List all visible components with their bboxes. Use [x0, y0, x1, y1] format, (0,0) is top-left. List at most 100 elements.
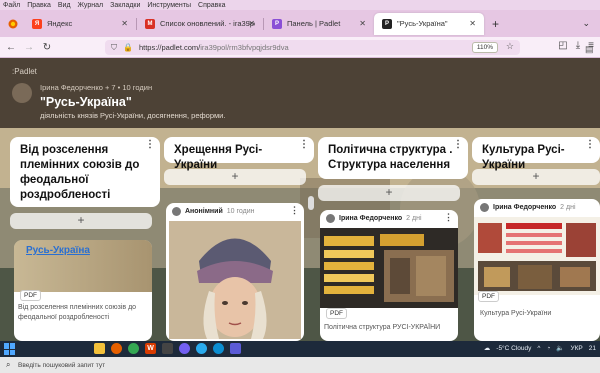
card-author: Ірина Федорченко	[339, 214, 403, 222]
avatar[interactable]	[12, 83, 32, 103]
column-header[interactable]: Від розселення племінних союзів до феода…	[10, 137, 160, 207]
page-title: "Русь-Україна"	[40, 95, 132, 109]
taskbar: W ☁ -5°C Cloudy ^ ◔ 🔈 УКР 21	[0, 341, 600, 357]
lock-icon[interactable]: 🔒	[123, 43, 133, 52]
search-icon: ⌕	[6, 360, 11, 369]
pdf-badge: PDF	[326, 308, 347, 319]
padlet-icon: P	[382, 18, 392, 29]
card-header: Анонімний 10 годин ⋮	[166, 203, 304, 219]
menu-tools[interactable]: Инструменты	[147, 2, 191, 9]
viber-icon[interactable]	[179, 343, 190, 354]
more-options-icon[interactable]: ⋮	[145, 140, 155, 150]
pocket-icon[interactable]: ◰	[558, 40, 567, 51]
card-time: 2 дні	[406, 214, 422, 222]
menu-view[interactable]: Вид	[58, 2, 71, 9]
post-card[interactable]: Ірина Федорченко 2 дні PDF Культура Русі…	[474, 199, 600, 341]
volume-icon[interactable]: 🔈	[556, 344, 564, 352]
menu-help[interactable]: Справка	[198, 2, 225, 9]
tab-label: "Русь-Україна"	[397, 19, 448, 28]
menu-bar: Файл Правка Вид Журнал Закладки Инструме…	[0, 0, 600, 10]
bookmark-star-icon[interactable]: ☆	[506, 41, 514, 52]
weather-text[interactable]: -5°C Cloudy	[496, 345, 531, 352]
portrait-image	[169, 221, 301, 339]
column-1: Від розселення племінних союзів до феода…	[10, 137, 160, 229]
close-icon[interactable]: ✕	[248, 19, 255, 28]
telegram-icon[interactable]	[196, 343, 207, 354]
forward-arrow-icon[interactable]: →	[22, 40, 36, 54]
card-caption: Політична структура РУСІ-УКРАЇНИ	[324, 324, 441, 331]
tab-label: Список оновлений. - ira39pol	[160, 19, 255, 28]
windows-start-icon[interactable]	[4, 343, 16, 355]
more-options-icon[interactable]: ⋮	[585, 140, 595, 150]
clock[interactable]: 21	[589, 345, 596, 352]
pdf-badge: PDF	[478, 291, 499, 302]
menu-hamburger-icon[interactable]: ≡	[588, 40, 594, 51]
photos-icon[interactable]	[162, 343, 173, 354]
column-header[interactable]: Культура Русі-України ⋮	[472, 137, 600, 171]
card-header: Ірина Федорченко 2 дні ⋮	[320, 210, 458, 226]
tab-padlet-panel[interactable]: P Панель | Padlet ✕	[264, 13, 374, 35]
network-icon[interactable]: ◔	[546, 345, 550, 352]
column-header[interactable]: Політична структура . Структура населенн…	[318, 137, 468, 179]
card-caption: Культура Русі-України	[480, 310, 552, 317]
close-icon[interactable]: ✕	[359, 19, 366, 28]
url-text[interactable]: https://padlet.com/ira39pol/rm3bfvpqjdsr…	[139, 43, 289, 52]
back-arrow-icon[interactable]: ←	[4, 40, 18, 54]
close-icon[interactable]: ✕	[121, 19, 128, 28]
pdf-thumbnail	[320, 228, 458, 308]
padlet-icon: P	[272, 18, 282, 29]
padlet-logo[interactable]: :Padlet	[12, 67, 37, 76]
card-time: 10 годин	[226, 207, 255, 215]
avatar	[480, 202, 489, 212]
scroll-handle[interactable]	[308, 196, 314, 210]
search-bar[interactable]: ⌕ Введіть пошуковий запит тут	[0, 357, 600, 373]
firefox-icon[interactable]	[111, 343, 122, 354]
file-explorer-icon[interactable]	[94, 343, 105, 354]
tab-rus-ukraina[interactable]: P "Русь-Україна" ✕	[374, 12, 484, 35]
reload-icon[interactable]: ↻	[40, 40, 54, 54]
firefox-view-icon[interactable]	[2, 13, 24, 35]
more-options-icon[interactable]: ⋮	[290, 205, 299, 216]
taskbar-apps: W	[94, 343, 241, 354]
menu-edit[interactable]: Правка	[27, 2, 51, 9]
column-3: Політична структура . Структура населенн…	[318, 137, 468, 201]
column-title: Хрещення Русі-України	[174, 144, 263, 171]
language-indicator[interactable]: УКР	[571, 345, 583, 352]
column-4: Культура Русі-України ⋮ +	[472, 137, 600, 185]
new-tab-plus-icon[interactable]: +	[492, 17, 499, 31]
chrome-icon[interactable]	[128, 343, 139, 354]
post-card[interactable]: Анонімний 10 годин ⋮	[166, 203, 304, 341]
padlet-board: :Padlet Ірина Федорченко + 7 • 10 годин …	[0, 58, 600, 341]
chevron-up-icon[interactable]: ^	[537, 345, 540, 352]
chevron-down-icon[interactable]: ⌄	[582, 18, 590, 29]
add-post-button[interactable]: +	[318, 185, 460, 201]
column-2: Хрещення Русі-України ⋮ +	[164, 137, 314, 185]
post-card[interactable]: Ірина Федорченко 2 дні ⋮ PDF Політична с…	[320, 210, 458, 341]
avatar	[326, 213, 335, 223]
edge-icon[interactable]	[213, 343, 224, 354]
more-options-icon[interactable]: ⋮	[453, 140, 463, 150]
menu-history[interactable]: Журнал	[78, 2, 104, 9]
card-header: Ірина Федорченко 2 дні	[474, 199, 600, 215]
menu-bookmarks[interactable]: Закладки	[110, 2, 140, 9]
column-header[interactable]: Хрещення Русі-України ⋮	[164, 137, 314, 171]
column-title: Від розселення племінних союзів до феода…	[20, 144, 140, 201]
more-options-icon[interactable]: ⋮	[444, 212, 453, 223]
menu-file[interactable]: Файл	[3, 2, 20, 9]
card-author: Анонімний	[185, 207, 223, 215]
download-icon[interactable]: ⤓	[576, 40, 580, 51]
add-post-button[interactable]: +	[10, 213, 152, 229]
search-placeholder: Введіть пошуковий запит тут	[18, 361, 106, 369]
url-bar[interactable]: ⛉ 🔒 https://padlet.com/ira39pol/rm3bfvpq…	[105, 40, 594, 55]
office-icon[interactable]: W	[145, 343, 156, 354]
system-tray: ☁ -5°C Cloudy ^ ◔ 🔈 УКР 21	[484, 344, 596, 353]
close-icon[interactable]: ✕	[469, 19, 476, 28]
weather-icon[interactable]: ☁	[484, 344, 491, 352]
tab-gmail[interactable]: M Список оновлений. - ira39pol ✕	[137, 13, 263, 35]
post-card[interactable]: Русь-Україна PDF Від розселення племінни…	[14, 240, 152, 341]
more-options-icon[interactable]: ⋮	[299, 140, 309, 150]
shield-icon[interactable]: ⛉	[111, 43, 117, 53]
tab-yandex[interactable]: Я Яндекс ✕	[24, 13, 136, 35]
zoom-level[interactable]: 110%	[471, 42, 498, 53]
store-icon[interactable]	[230, 343, 241, 354]
